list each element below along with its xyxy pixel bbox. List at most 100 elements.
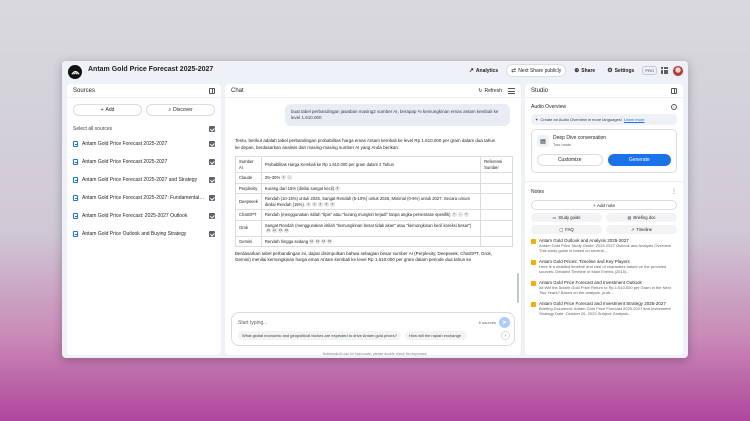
select-all-checkbox[interactable] xyxy=(209,126,215,132)
note-item[interactable]: Antam Gold Price Forecast and Investment… xyxy=(531,280,677,301)
citation-chip[interactable]: 15 xyxy=(283,228,289,234)
source-item[interactable]: Antam Gold Price Forecast 2025-2027: Fun… xyxy=(73,189,215,207)
notebook-title[interactable]: Antam Gold Price Forecast 2025-2027 xyxy=(88,66,213,73)
customize-button[interactable]: Customize xyxy=(537,154,603,166)
citation-chip[interactable]: ... xyxy=(457,212,463,218)
send-button[interactable]: ➤ xyxy=(499,317,510,328)
source-checkbox[interactable] xyxy=(209,177,215,183)
citation-chip[interactable]: 6 xyxy=(329,201,335,207)
source-checkbox[interactable] xyxy=(209,159,215,165)
citation-chip[interactable]: 4 xyxy=(317,201,323,207)
analytics-button[interactable]: ↗ Analytics xyxy=(465,65,502,76)
collapse-panel-icon[interactable] xyxy=(209,87,215,94)
pro-badge: PRO xyxy=(642,66,657,75)
add-note-label: Add note xyxy=(596,202,615,208)
banner-text: Create an Audio Overview in more languag… xyxy=(540,117,622,122)
add-note-button[interactable]: + Add note xyxy=(531,200,677,210)
source-item[interactable]: Antam Gold Price Outlook and Buying Stra… xyxy=(73,225,215,243)
share-publicly-button[interactable]: ⇄ Next Share publicly xyxy=(506,64,567,77)
suggestions-row: What global economic and geopolitical fa… xyxy=(232,328,514,340)
table-row: ChatGPT Rendah (menggunakan istilah "tipi… xyxy=(235,209,513,221)
chat-input[interactable]: Start typing... xyxy=(238,320,267,326)
note-item[interactable]: Antam Gold Price Forecast and Investment… xyxy=(531,301,677,322)
chat-messages: buat tabel perbandingan jawaban masing2 … xyxy=(225,98,521,310)
citation-chip[interactable]: 13 xyxy=(315,238,321,244)
app-window: Antam Gold Price Forecast 2025-2027 ↗ Ana… xyxy=(62,61,688,358)
generate-button[interactable]: Generate xyxy=(607,154,671,166)
source-checkbox[interactable] xyxy=(209,195,215,201)
source-item[interactable]: Antam Gold Price Forecast 2025-2027 and … xyxy=(73,171,215,189)
chat-scrollbar[interactable] xyxy=(517,273,519,303)
source-label: Antam Gold Price Forecast 2025-2027 xyxy=(82,141,168,147)
citation-chip[interactable]: 5 xyxy=(323,201,329,207)
source-item[interactable]: Antam Gold Price Forecast 2025-2027 xyxy=(73,135,215,153)
citation-chip[interactable]: 15 xyxy=(327,238,333,244)
refresh-button[interactable]: ↻ Refresh xyxy=(478,88,502,94)
column-header: Referensi Sumber xyxy=(480,156,513,173)
citation-chip[interactable]: 11 xyxy=(271,228,277,234)
collapse-panel-icon[interactable] xyxy=(671,87,677,94)
top-bar: Antam Gold Price Forecast 2025-2027 ↗ Ana… xyxy=(62,61,688,83)
source-item[interactable]: Antam Gold Price Forecast: 2025-2027 Out… xyxy=(73,207,215,225)
note-icon xyxy=(531,239,536,244)
suggestion-chip[interactable]: What global economic and geopolitical fa… xyxy=(238,331,401,340)
discover-button[interactable]: ⌕ Discover xyxy=(146,104,215,116)
reference-cell xyxy=(480,193,513,210)
avatar[interactable] xyxy=(672,64,684,77)
source-cell: Deepseek xyxy=(235,193,262,210)
probability-cell: 25–30% 1... xyxy=(260,172,482,184)
citation-chip[interactable]: 7 xyxy=(463,212,469,218)
citation-chip[interactable]: ... xyxy=(287,175,293,181)
source-item[interactable]: Antam Gold Price Forecast 2025-2027 xyxy=(73,153,215,171)
notes-title: Notes xyxy=(531,188,545,195)
divider xyxy=(525,181,683,182)
citation-chip[interactable]: 3 xyxy=(311,201,317,207)
column-header: Sumber AI xyxy=(235,156,262,173)
source-label: Antam Gold Price Outlook and Buying Stra… xyxy=(82,231,187,237)
citation-chip[interactable]: 7 xyxy=(451,212,457,218)
citation-chip[interactable]: 13 xyxy=(277,228,283,234)
chevron-right-icon[interactable]: › xyxy=(501,331,510,340)
citation-chip[interactable]: 14 xyxy=(321,238,327,244)
source-checkbox[interactable] xyxy=(209,141,215,147)
timeline-button[interactable]: ↗ Timeline xyxy=(606,225,677,234)
apps-grid-icon[interactable] xyxy=(661,67,668,74)
notes-list: Antam Gold Outlook and Analysis 2025-202… xyxy=(531,238,677,322)
note-snippet: Antam Gold Price Study Guide: 2025-2027 … xyxy=(539,243,672,253)
settings-button[interactable]: ⚙ Settings xyxy=(603,65,638,76)
note-item[interactable]: Antam Gold Outlook and Analysis 2025-202… xyxy=(531,238,677,259)
table-row: Claude 25–30% 1... xyxy=(235,172,513,184)
briefing-doc-button[interactable]: ▤ Briefing doc xyxy=(606,213,677,222)
document-icon xyxy=(73,231,78,237)
reference-cell xyxy=(480,209,513,221)
add-source-button[interactable]: + Add xyxy=(73,104,142,116)
sparkle-icon: ✦ xyxy=(535,117,539,122)
probability-cell: Sangat Rendah (menggunakan istilah "kemu… xyxy=(260,219,482,237)
reference-cell xyxy=(480,235,513,247)
discover-label: Discover xyxy=(173,107,193,113)
note-icon xyxy=(531,260,536,265)
citation-chip[interactable]: 10 xyxy=(265,228,271,234)
citation-chip[interactable]: 1 xyxy=(281,175,287,181)
note-item[interactable]: Antam Gold Prices: Timeline and Key Play… xyxy=(531,259,677,280)
share-button[interactable]: ⊕ Share xyxy=(570,65,599,76)
source-checkbox[interactable] xyxy=(209,213,215,219)
add-source-label: Add xyxy=(105,107,115,113)
citation-chip[interactable]: 12 xyxy=(309,238,315,244)
discover-icon: ⌕ xyxy=(168,107,172,113)
info-icon[interactable]: i xyxy=(671,104,677,110)
source-checkbox[interactable] xyxy=(209,231,215,237)
learn-more-link[interactable]: Learn more xyxy=(624,117,644,122)
top-actions: ↗ Analytics ⇄ Next Share publicly ⊕ Share ⚙… xyxy=(465,64,684,77)
citation-chip[interactable]: 2 xyxy=(305,201,311,207)
suggestion-chip[interactable]: How will the rupiah exchange xyxy=(404,331,467,340)
deep-dive-title: Deep Dive conversation xyxy=(553,135,607,141)
notebooklm-logo-icon[interactable] xyxy=(68,65,82,79)
note-snippet: ## Will the Antam Gold Price Return to R… xyxy=(539,285,671,295)
more-vert-icon[interactable]: ⋮ xyxy=(671,188,677,195)
study-guide-button[interactable]: ▭ Study guide xyxy=(531,213,602,222)
citation-chip[interactable]: 6 xyxy=(335,185,340,191)
select-all-label: Select all sources xyxy=(73,126,113,132)
faq-button[interactable]: ▢ FAQ xyxy=(531,225,602,234)
chat-settings-icon[interactable] xyxy=(508,87,515,94)
